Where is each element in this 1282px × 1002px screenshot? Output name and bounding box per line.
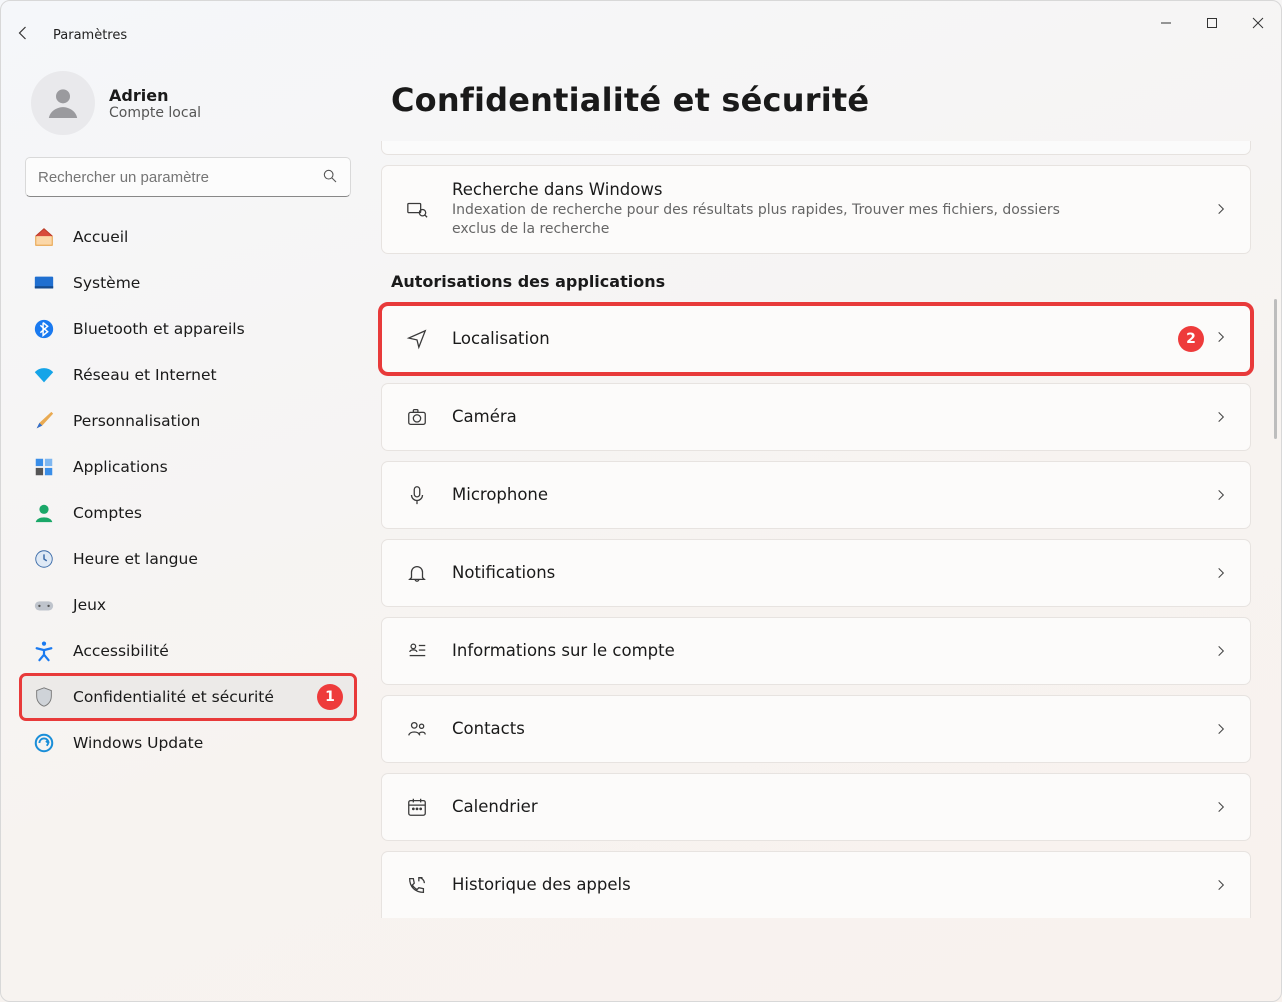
search-windows-icon	[404, 196, 430, 222]
chevron-right-icon	[1214, 644, 1228, 658]
sidebar-item-windows-update[interactable]: Windows Update	[21, 721, 355, 765]
sidebar-item-privacy[interactable]: Confidentialité et sécurité 1	[21, 675, 355, 719]
scrollbar[interactable]	[1274, 299, 1277, 439]
sidebar-item-label: Comptes	[73, 504, 142, 522]
calendar-icon	[404, 794, 430, 820]
search-box[interactable]	[25, 157, 351, 197]
brush-icon	[33, 410, 55, 432]
profile-subtitle: Compte local	[109, 105, 201, 121]
setting-title: Calendrier	[452, 797, 538, 816]
call-history-icon	[404, 872, 430, 898]
contacts-icon	[404, 716, 430, 742]
setting-title: Informations sur le compte	[452, 641, 675, 660]
chevron-right-icon	[1214, 878, 1228, 892]
sidebar-item-personalization[interactable]: Personnalisation	[21, 399, 355, 443]
annotation-badge-2: 2	[1178, 326, 1204, 352]
clock-icon	[33, 548, 55, 570]
app-title: Paramètres	[53, 28, 127, 43]
chevron-right-icon	[1214, 566, 1228, 580]
account-icon	[33, 502, 55, 524]
setting-row-contacts[interactable]: Contacts	[381, 695, 1251, 763]
update-icon	[33, 732, 55, 754]
home-icon	[33, 226, 55, 248]
setting-title: Caméra	[452, 407, 517, 426]
profile-name: Adrien	[109, 86, 201, 105]
setting-row-search-windows[interactable]: Recherche dans Windows Indexation de rec…	[381, 165, 1251, 254]
system-icon	[33, 272, 55, 294]
annotation-badge-1: 1	[317, 684, 343, 710]
setting-row-notifications[interactable]: Notifications	[381, 539, 1251, 607]
wifi-icon	[33, 364, 55, 386]
sidebar-nav: Accueil Système Bluetooth et appareils R…	[21, 215, 355, 765]
sidebar-item-apps[interactable]: Applications	[21, 445, 355, 489]
chevron-right-icon	[1214, 488, 1228, 502]
chevron-right-icon	[1214, 410, 1228, 424]
sidebar-item-label: Personnalisation	[73, 412, 200, 430]
setting-title: Contacts	[452, 719, 525, 738]
sidebar-item-accounts[interactable]: Comptes	[21, 491, 355, 535]
chevron-right-icon	[1214, 722, 1228, 736]
setting-row-account-info[interactable]: Informations sur le compte	[381, 617, 1251, 685]
setting-subtitle: Indexation de recherche pour des résulta…	[452, 201, 1092, 239]
avatar	[31, 71, 95, 135]
setting-row-camera[interactable]: Caméra	[381, 383, 1251, 451]
sidebar-item-time-language[interactable]: Heure et langue	[21, 537, 355, 581]
minimize-button[interactable]	[1143, 11, 1189, 35]
window-controls	[1143, 1, 1281, 41]
setting-title: Microphone	[452, 485, 548, 504]
search-input[interactable]	[38, 169, 338, 186]
sidebar-item-label: Réseau et Internet	[73, 366, 217, 384]
header-row: Paramètres	[15, 19, 127, 51]
setting-row-calendar[interactable]: Calendrier	[381, 773, 1251, 841]
bell-icon	[404, 560, 430, 586]
sidebar-item-label: Accueil	[73, 228, 128, 246]
content-area: Confidentialité et sécurité Recherche da…	[369, 61, 1281, 1001]
chevron-right-icon	[1214, 329, 1228, 348]
page-title: Confidentialité et sécurité	[391, 81, 1253, 119]
setting-row-microphone[interactable]: Microphone	[381, 461, 1251, 529]
setting-title: Historique des appels	[452, 875, 631, 894]
accessibility-icon	[33, 640, 55, 662]
partial-card-top	[381, 141, 1251, 155]
section-label: Autorisations des applications	[391, 272, 1253, 291]
back-button[interactable]	[15, 24, 33, 46]
sidebar-item-label: Jeux	[73, 596, 106, 614]
sidebar-item-network[interactable]: Réseau et Internet	[21, 353, 355, 397]
chevron-right-icon	[1214, 202, 1228, 216]
sidebar-item-label: Accessibilité	[73, 642, 169, 660]
sidebar-item-gaming[interactable]: Jeux	[21, 583, 355, 627]
setting-row-call-history[interactable]: Historique des appels	[381, 851, 1251, 918]
sidebar: Adrien Compte local Accueil Système Blue…	[1, 61, 369, 1001]
sidebar-item-label: Heure et langue	[73, 550, 198, 568]
microphone-icon	[404, 482, 430, 508]
chevron-right-icon	[1214, 800, 1228, 814]
sidebar-item-label: Confidentialité et sécurité	[73, 688, 274, 706]
setting-title: Localisation	[452, 329, 550, 348]
gamepad-icon	[33, 594, 55, 616]
setting-title: Recherche dans Windows	[452, 180, 1092, 199]
setting-title: Notifications	[452, 563, 555, 582]
sidebar-item-accessibility[interactable]: Accessibilité	[21, 629, 355, 673]
sidebar-item-label: Windows Update	[73, 734, 203, 752]
apps-icon	[33, 456, 55, 478]
camera-icon	[404, 404, 430, 430]
sidebar-item-label: Système	[73, 274, 140, 292]
sidebar-item-bluetooth[interactable]: Bluetooth et appareils	[21, 307, 355, 351]
bluetooth-icon	[33, 318, 55, 340]
setting-row-location[interactable]: Localisation 2	[381, 305, 1251, 373]
sidebar-item-label: Applications	[73, 458, 168, 476]
close-button[interactable]	[1235, 11, 1281, 35]
location-icon	[404, 326, 430, 352]
sidebar-item-system[interactable]: Système	[21, 261, 355, 305]
account-info-icon	[404, 638, 430, 664]
sidebar-item-home[interactable]: Accueil	[21, 215, 355, 259]
sidebar-item-label: Bluetooth et appareils	[73, 320, 245, 338]
profile-block[interactable]: Adrien Compte local	[21, 71, 355, 135]
search-icon	[322, 168, 338, 188]
shield-icon	[33, 686, 55, 708]
maximize-button[interactable]	[1189, 11, 1235, 35]
